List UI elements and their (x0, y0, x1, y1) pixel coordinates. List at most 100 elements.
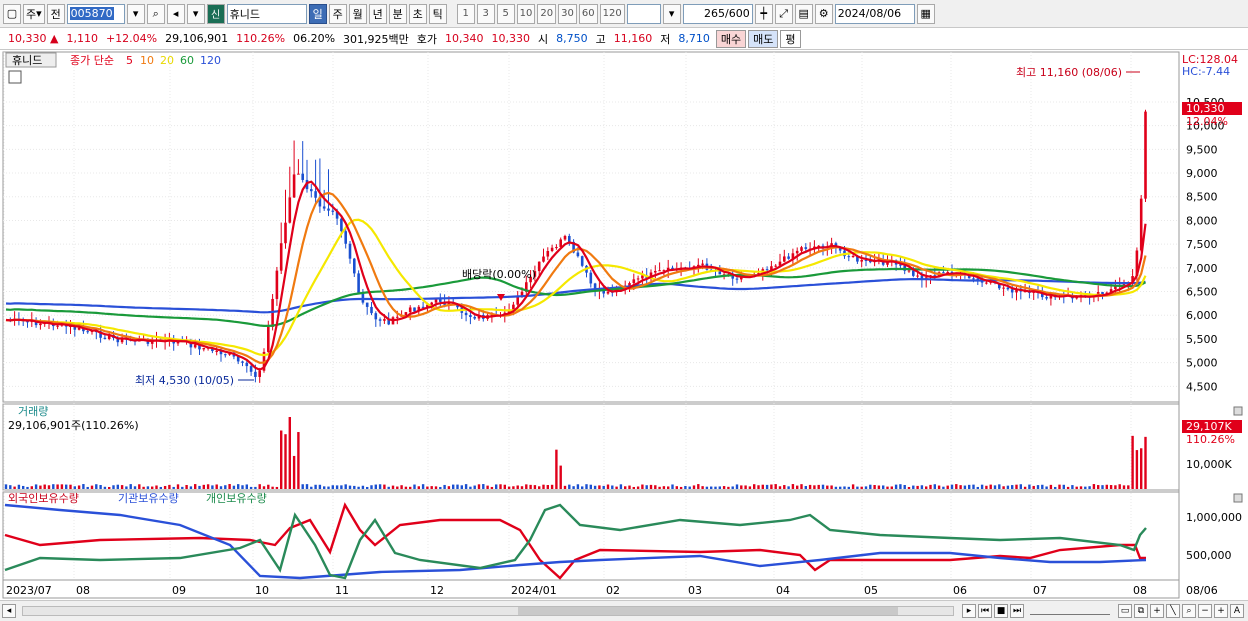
average-button[interactable]: 평 (780, 29, 801, 48)
scroll-track[interactable] (22, 606, 954, 616)
volume-bar (1079, 486, 1083, 489)
period-day-button[interactable]: 일 (308, 3, 327, 24)
period-month-button[interactable]: 월 (348, 3, 367, 24)
calendar-icon[interactable]: ▦ (916, 3, 935, 24)
volume-bar (194, 484, 197, 489)
volume-bar (417, 486, 420, 489)
data-table-icon[interactable] (8, 70, 22, 84)
volume-bar (679, 486, 683, 489)
minute-60-button[interactable]: 60 (578, 3, 598, 24)
volume-bar (950, 484, 954, 489)
volume-bar (99, 485, 102, 489)
scroll-left-icon[interactable]: ◂ (2, 604, 16, 618)
volume-bar (288, 417, 291, 489)
volume-bar (1002, 486, 1005, 489)
mode-select[interactable]: 주 ▾ (23, 3, 45, 24)
price-change-pct: +12.04% (105, 32, 158, 45)
trendline-icon[interactable]: ╲ (1166, 604, 1180, 618)
period-week-button[interactable]: 주 (328, 3, 347, 24)
buy-button[interactable]: 매수 (715, 29, 747, 48)
scroll-right-icon[interactable]: ▸ (962, 604, 976, 618)
candle-body (370, 306, 373, 314)
holder-close-icon[interactable] (1233, 493, 1243, 503)
period-second-button[interactable]: 초 (408, 3, 427, 24)
prev-button[interactable]: 전 (46, 3, 65, 24)
volume-bar (658, 486, 661, 489)
minute-3-button[interactable]: 3 (476, 3, 495, 24)
minute-10-button[interactable]: 10 (516, 3, 536, 24)
dropdown-arrow-icon[interactable]: ▾ (126, 3, 145, 24)
x-tick-10: 05 (864, 584, 878, 597)
layout-icon[interactable]: ▭ (1118, 604, 1132, 618)
period-year-button[interactable]: 년 (368, 3, 387, 24)
draw-tool-icon[interactable]: ⤢ (774, 3, 793, 24)
volume-bar (684, 485, 687, 489)
zoom-out-icon[interactable]: − (1198, 604, 1212, 618)
volume-bar (1041, 484, 1044, 489)
gear-icon[interactable]: ⚙ (814, 3, 833, 24)
minute-120-button[interactable]: 120 (599, 3, 625, 24)
stop-icon[interactable]: ■ (994, 604, 1008, 618)
candle-body (1010, 289, 1014, 293)
zoom-in-icon[interactable]: + (1214, 604, 1228, 618)
price-change: 1,110 (66, 32, 98, 45)
data-count-input[interactable]: 265/600 (682, 3, 753, 24)
period-minute-button[interactable]: 분 (388, 3, 407, 24)
candle-body (576, 252, 580, 257)
volume-bar (499, 484, 502, 489)
scroll-thumb[interactable] (518, 607, 898, 615)
speaker-icon[interactable]: ◂ (166, 3, 185, 24)
custom-period-input[interactable] (626, 3, 661, 24)
volume-bar (860, 486, 863, 489)
candle-body (520, 291, 524, 296)
x-tick-13: 08 (1133, 584, 1147, 597)
minute-5-button[interactable]: 5 (496, 3, 515, 24)
volume-bar (748, 486, 752, 489)
volume-bar (890, 486, 893, 489)
stock-chart[interactable]: 휴니드 종가 단순 5 10 20 60 120 10,50010,0009,5… (0, 50, 1248, 600)
volume-bar (1011, 485, 1014, 489)
jump-start-icon[interactable]: ⏮ (978, 604, 992, 618)
crosshair-icon[interactable]: + (1150, 604, 1164, 618)
jump-end-icon[interactable]: ⏭ (1010, 604, 1024, 618)
sell-button[interactable]: 매도 (748, 29, 779, 48)
price-y-tick-2: 9,500 (1186, 143, 1218, 156)
magnifier-icon[interactable]: ⌕ (1182, 604, 1196, 618)
stock-code-input[interactable]: 005870 (66, 3, 125, 24)
volume-bar (520, 486, 524, 489)
volume-bar (757, 485, 760, 489)
date-input[interactable]: 2024/08/06 (834, 3, 915, 24)
volume-close-icon[interactable] (1233, 406, 1243, 416)
price-y-tick-8: 6,500 (1186, 286, 1218, 299)
volume-bar (211, 485, 214, 489)
save-icon[interactable]: ▤ (794, 3, 813, 24)
period-tick-button[interactable]: 틱 (428, 3, 447, 24)
multi-chart-icon[interactable]: ⧉ (1134, 604, 1148, 618)
volume-bar (989, 484, 992, 489)
window-icon[interactable]: ▢ (3, 3, 21, 24)
candle-body (632, 279, 636, 284)
volume-bar (249, 486, 253, 489)
zoom-slider[interactable] (1030, 607, 1110, 615)
volume-bar (292, 455, 296, 489)
search-icon[interactable]: ⌕ (146, 3, 165, 24)
volume-bar (447, 486, 451, 489)
price-y-tick-9: 6,000 (1186, 309, 1218, 322)
volume-bar (495, 484, 498, 489)
dropdown-arrow-icon-2[interactable]: ▾ (186, 3, 205, 24)
volume-bar (959, 485, 962, 489)
candle-type-icon[interactable]: ┿ (754, 3, 773, 24)
volume-bar (1114, 485, 1117, 489)
candle-body (628, 283, 631, 286)
minute-30-button[interactable]: 30 (558, 3, 577, 24)
volume-bar (550, 484, 554, 489)
minute-1-button[interactable]: 1 (456, 3, 475, 24)
minute-20-button[interactable]: 20 (537, 3, 557, 24)
volume-bar (297, 432, 300, 489)
volume-bar (138, 484, 141, 489)
dropdown-arrow-icon-3[interactable]: ▾ (662, 3, 681, 24)
text-tool-icon[interactable]: A (1230, 604, 1244, 618)
volume-bar (206, 484, 210, 489)
volume-tag-text: 29,107K (1186, 420, 1232, 433)
volume-bar (675, 486, 678, 489)
